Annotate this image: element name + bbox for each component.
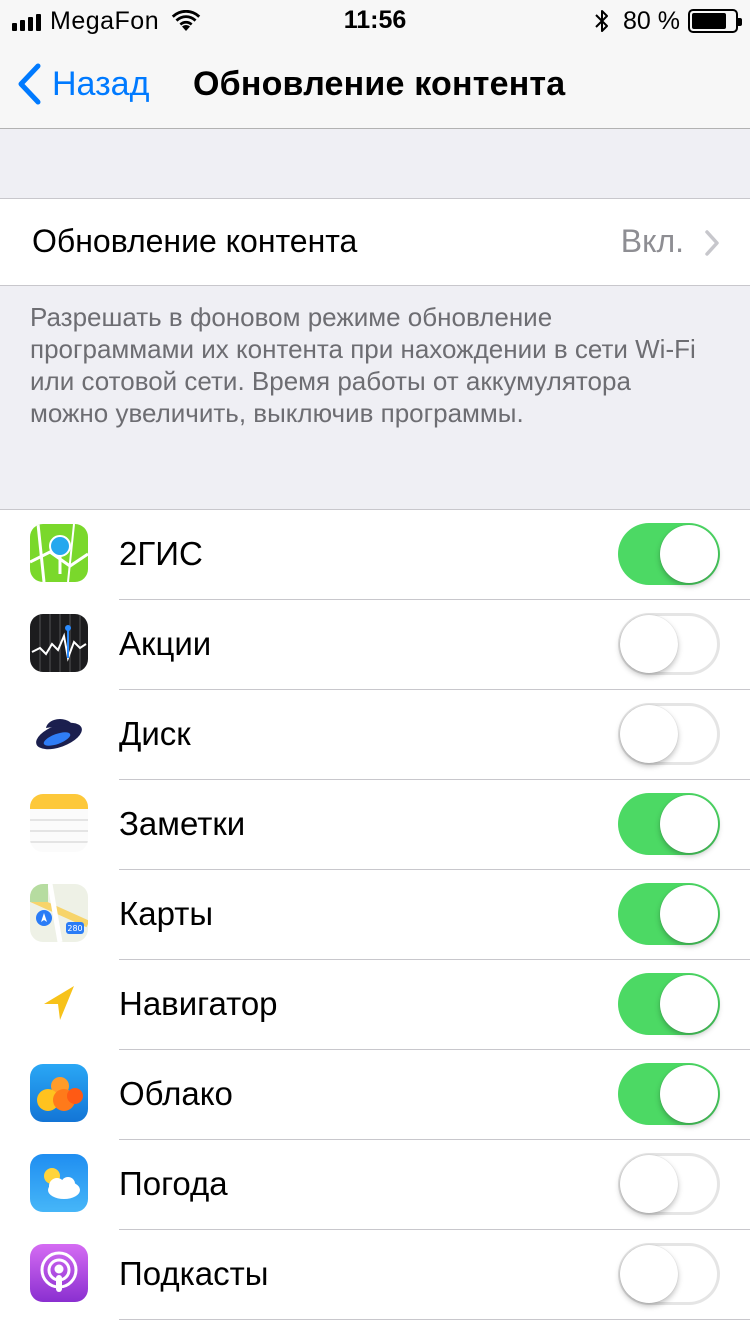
app-name: Подкасты	[119, 1255, 269, 1292]
svg-text:280: 280	[67, 924, 82, 933]
status-right: 80 %	[593, 6, 742, 36]
notes-icon	[30, 794, 88, 852]
app-refresh-toggle[interactable]	[618, 613, 720, 675]
stocks-icon	[30, 614, 88, 672]
background-refresh-cell[interactable]: Обновление контента Вкл.	[0, 198, 750, 286]
app-row: 2ГИС	[0, 510, 750, 600]
app-name: Навигатор	[119, 985, 278, 1022]
toggle-knob	[660, 885, 718, 943]
page-title: Обновление контента	[193, 65, 566, 103]
app-name: Карты	[119, 895, 214, 932]
battery-fill	[692, 13, 726, 29]
battery-icon	[688, 9, 742, 33]
app-refresh-toggle[interactable]	[618, 523, 720, 585]
background-refresh-label: Обновление контента	[32, 223, 358, 259]
app-refresh-toggle[interactable]	[618, 1153, 720, 1215]
chevron-left-icon	[18, 63, 41, 105]
app-refresh-toggle[interactable]	[618, 1063, 720, 1125]
navigator-icon	[30, 974, 88, 1032]
toggle-knob	[620, 615, 678, 673]
status-bar: MegaFon 11:56 80 %	[0, 0, 750, 40]
app-row: Облако	[0, 1050, 750, 1140]
chevron-right-icon	[705, 230, 719, 256]
weather-icon	[30, 1154, 88, 1212]
toggle-knob	[660, 795, 718, 853]
toggle-knob	[620, 1155, 678, 1213]
toggle-knob	[660, 975, 718, 1033]
podcasts-icon	[30, 1244, 88, 1302]
app-name: Акции	[119, 625, 212, 662]
battery-percent: 80 %	[623, 6, 680, 35]
toggle-knob	[660, 525, 718, 583]
app-row: Подкасты	[0, 1230, 750, 1320]
app-row: Навигатор	[0, 960, 750, 1050]
app-name: 2ГИС	[119, 535, 203, 572]
app-row: Заметки	[0, 780, 750, 870]
toggle-knob	[620, 1245, 678, 1303]
toggle-knob	[620, 705, 678, 763]
background-refresh-value: Вкл.	[620, 223, 684, 259]
section-footer-text: Разрешать в фоновом режиме обновление пр…	[30, 302, 696, 428]
cloud-icon	[30, 1064, 88, 1122]
navigation-bar: Назад Обновление контента	[0, 40, 750, 129]
app-name: Облако	[119, 1075, 233, 1112]
app-row: Акции	[0, 600, 750, 690]
app-refresh-toggle[interactable]	[618, 703, 720, 765]
back-label: Назад	[52, 64, 150, 103]
app-refresh-toggle[interactable]	[618, 973, 720, 1035]
toggle-knob	[660, 1065, 718, 1123]
app-name: Диск	[119, 715, 191, 752]
bluetooth-icon	[595, 10, 609, 32]
app-name: Погода	[119, 1165, 228, 1202]
disk-icon	[30, 704, 88, 762]
maps-icon: 280	[30, 884, 88, 942]
app-refresh-toggle[interactable]	[618, 793, 720, 855]
app-row: Погода	[0, 1140, 750, 1230]
battery-nub	[738, 18, 742, 26]
back-button[interactable]: Назад	[16, 62, 149, 106]
app-name: Заметки	[119, 805, 246, 842]
row-separator	[119, 1319, 750, 1320]
2gis-icon	[30, 524, 88, 582]
app-refresh-toggle[interactable]	[618, 883, 720, 945]
app-row: 280 Карты	[0, 870, 750, 960]
settings-screen: MegaFon 11:56 80 % Назад Обновление конт…	[0, 0, 750, 1334]
app-list: 2ГИС Акции Диск Заметки 280 Карты Навигатор Обл…	[0, 509, 750, 1334]
app-row: Диск	[0, 690, 750, 780]
app-refresh-toggle[interactable]	[618, 1243, 720, 1305]
